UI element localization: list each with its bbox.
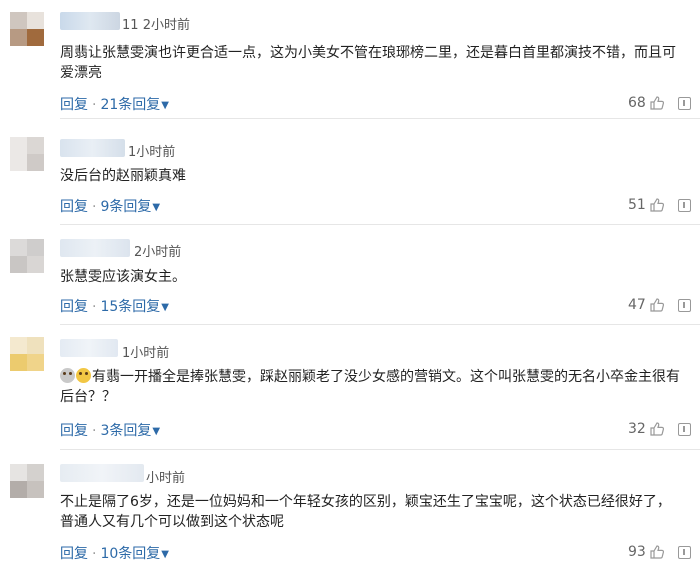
reply-button[interactable]: 回复: [60, 299, 88, 315]
like-count: 32: [628, 421, 646, 437]
replies-count: 21条回复: [100, 97, 161, 113]
comment-meta: 1小时前: [128, 141, 175, 160]
reply-button[interactable]: 回复: [60, 423, 88, 439]
username[interactable]: [60, 239, 130, 257]
comment-body: 有翡一开播全是捧张慧雯，踩赵丽颖老了没少女感的营销文。这个叫张慧雯的无名小卒金主…: [60, 369, 680, 405]
comment-actions: 回复 · 21条回复▼: [60, 94, 169, 114]
comment-text: 没后台的赵丽颖真难: [60, 168, 186, 184]
view-replies-button[interactable]: 21条回复▼: [100, 97, 169, 113]
replies-count: 15条回复: [100, 299, 161, 315]
thumbs-up-icon[interactable]: [649, 544, 665, 560]
comment-item: 小时前 不止是隔了6岁，还是一位妈妈和一个年轻女孩的区别，颖宝还生了宝宝呢，这个…: [0, 450, 700, 581]
comment-item: 2小时前 张慧雯应该演女主。 回复 · 15条回复▼ 47: [0, 225, 700, 325]
report-icon[interactable]: [678, 199, 691, 212]
comment-meta: 2小时前: [134, 241, 181, 260]
comment-actions: 回复 · 10条回复▼: [60, 543, 169, 563]
comment-actions: 回复 · 15条回复▼: [60, 296, 169, 316]
avatar[interactable]: [10, 337, 44, 371]
comment-item: 11 2小时前 周翡让张慧雯演也许更合适一点，这为小美女不管在琅琊榜二里，还是暮…: [0, 0, 700, 119]
chevron-down-icon: ▼: [161, 100, 169, 111]
separator-dot: ·: [92, 299, 97, 315]
comment-text: 不止是隔了6岁，还是一位妈妈和一个年轻女孩的区别，颖宝还生了宝宝呢，这个状态已经…: [60, 494, 671, 530]
like-count: 47: [628, 297, 646, 313]
replies-count: 3条回复: [100, 423, 152, 439]
chevron-down-icon: ▼: [161, 549, 169, 560]
avatar[interactable]: [10, 239, 44, 273]
avatar[interactable]: [10, 12, 44, 46]
like-count: 68: [628, 95, 646, 111]
comment-timestamp: 2小时前: [134, 245, 182, 260]
comment-timestamp: 1小时前: [122, 346, 170, 361]
report-icon[interactable]: [678, 299, 691, 312]
thumbs-up-icon[interactable]: [649, 421, 665, 437]
comment-text: 周翡让张慧雯演也许更合适一点，这为小美女不管在琅琊榜二里，还是暮白首里都演技不错…: [60, 45, 676, 81]
comment-meta: 小时前: [146, 467, 185, 486]
replies-count: 9条回复: [100, 199, 152, 215]
separator-dot: ·: [92, 423, 97, 439]
report-icon[interactable]: [678, 546, 691, 559]
like-count: 93: [628, 544, 646, 560]
comment-actions: 回复 · 9条回复▼: [60, 196, 160, 216]
reply-button[interactable]: 回复: [60, 97, 88, 113]
report-icon[interactable]: [678, 423, 691, 436]
avatar[interactable]: [10, 464, 44, 498]
reply-button[interactable]: 回复: [60, 199, 88, 215]
chevron-down-icon: ▼: [161, 302, 169, 313]
comment-text: 张慧雯应该演女主。: [60, 269, 186, 285]
divider: [60, 118, 700, 119]
separator-dot: ·: [92, 199, 97, 215]
face-emoji-icon: [76, 368, 91, 383]
username[interactable]: [60, 12, 120, 30]
separator-dot: ·: [92, 97, 97, 113]
replies-count: 10条回复: [100, 546, 161, 562]
thumbs-up-icon[interactable]: [649, 95, 665, 111]
comment-item: 1小时前 有翡一开播全是捧张慧雯，踩赵丽颖老了没少女感的营销文。这个叫张慧雯的无…: [0, 325, 700, 450]
comment-text: 有翡一开播全是捧张慧雯，踩赵丽颖老了没少女感的营销文。这个叫张慧雯的无名小卒金主…: [60, 367, 680, 407]
view-replies-button[interactable]: 15条回复▼: [100, 299, 169, 315]
comment-meta: 1小时前: [122, 342, 169, 361]
comment-timestamp: 小时前: [146, 471, 186, 486]
like-count: 51: [628, 197, 646, 213]
username[interactable]: [60, 339, 118, 357]
chevron-down-icon: ▼: [152, 426, 161, 437]
separator-dot: ·: [92, 546, 97, 562]
comment-timestamp: 2小时前: [142, 18, 190, 33]
report-icon[interactable]: [678, 97, 691, 110]
comment-meta: 11 2小时前: [122, 14, 190, 33]
username[interactable]: [60, 139, 125, 157]
view-replies-button[interactable]: 9条回复▼: [100, 199, 160, 215]
username-suffix: 11: [122, 18, 139, 33]
chevron-down-icon: ▼: [152, 202, 161, 213]
face-emoji-icon: [60, 368, 75, 383]
username[interactable]: [60, 464, 144, 482]
comment-item: 1小时前 没后台的赵丽颖真难 回复 · 9条回复▼ 51: [0, 125, 700, 225]
reply-button[interactable]: 回复: [60, 546, 88, 562]
thumbs-up-icon[interactable]: [649, 197, 665, 213]
comment-timestamp: 1小时前: [128, 145, 176, 160]
view-replies-button[interactable]: 10条回复▼: [100, 546, 169, 562]
view-replies-button[interactable]: 3条回复▼: [100, 423, 160, 439]
thumbs-up-icon[interactable]: [649, 297, 665, 313]
avatar[interactable]: [10, 137, 44, 171]
comment-actions: 回复 · 3条回复▼: [60, 420, 160, 440]
